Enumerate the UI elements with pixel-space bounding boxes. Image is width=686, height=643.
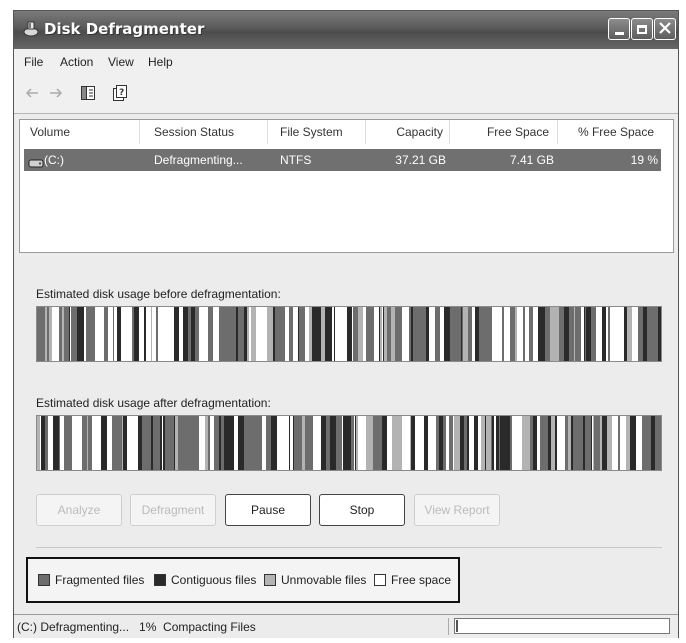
legend-label-free-space: Free space [391, 573, 452, 587]
legend-fragmented: Fragmented files [38, 573, 144, 587]
defragment-button[interactable]: Defragment [130, 494, 216, 526]
disk-defragmenter-window: Disk Defragmenter File Action View Help [13, 10, 679, 638]
legend-swatch-free-space [374, 574, 386, 586]
after-usage-map [36, 415, 662, 471]
legend-swatch-contiguous [154, 574, 166, 586]
legend-label-unmovable: Unmovable files [281, 573, 367, 587]
after-usage-label: Estimated disk usage after defragmentati… [36, 396, 271, 410]
legend-label-fragmented: Fragmented files [55, 573, 145, 587]
legend-free-space: Free space [374, 573, 451, 587]
menu-action[interactable]: Action [60, 55, 93, 69]
column-header-free-space[interactable]: Free Space [450, 120, 558, 144]
before-usage-map [36, 306, 662, 362]
analyze-button[interactable]: Analyze [36, 494, 122, 526]
minimize-button[interactable] [608, 18, 630, 40]
minimize-icon [614, 31, 624, 35]
menu-bar: File Action View Help [14, 49, 678, 75]
status-text: (C:) Defragmenting... 1% Compacting File… [17, 620, 256, 634]
maximize-icon [637, 24, 647, 34]
menu-file[interactable]: File [24, 55, 43, 69]
legend-unmovable: Unmovable files [264, 573, 366, 587]
column-header-volume[interactable]: Volume [20, 120, 140, 144]
volume-name: (C:) [44, 153, 64, 167]
column-header-session-status[interactable]: Session Status [140, 120, 268, 144]
session-status: Defragmenting... [154, 153, 243, 167]
forward-arrow-icon [48, 87, 64, 102]
status-progress-fill [456, 620, 458, 632]
legend-label-contiguous: Contiguous files [171, 573, 257, 587]
menu-help[interactable]: Help [148, 55, 173, 69]
title-bar[interactable]: Disk Defragmenter [14, 11, 678, 49]
menu-view[interactable]: View [108, 55, 134, 69]
show-hide-pane-button[interactable] [78, 84, 98, 104]
after-usage-map-graphic [37, 416, 661, 470]
window-title: Disk Defragmenter [44, 20, 205, 38]
column-header-file-system[interactable]: File System [268, 120, 366, 144]
defrag-icon [22, 20, 40, 38]
back-arrow-icon [24, 87, 40, 102]
status-divider [448, 618, 449, 635]
before-usage-label: Estimated disk usage before defragmentat… [36, 287, 281, 301]
before-usage-map-graphic [37, 307, 661, 361]
svg-text:?: ? [119, 88, 124, 98]
capacity: 37.21 GB [395, 153, 446, 167]
status-progress-bar [454, 618, 670, 634]
drive-icon [28, 154, 44, 168]
status-bar: (C:) Defragmenting... 1% Compacting File… [14, 614, 678, 638]
maximize-button[interactable] [631, 18, 653, 40]
legend-swatch-fragmented [38, 574, 50, 586]
view-report-button[interactable]: View Report [414, 494, 500, 526]
legend-contiguous: Contiguous files [154, 573, 256, 587]
volume-list: Volume Session Status File System Capaci… [19, 119, 674, 253]
stop-button[interactable]: Stop [319, 494, 405, 526]
pause-button[interactable]: Pause [225, 494, 311, 526]
help-icon: ? [111, 84, 129, 105]
close-button[interactable] [654, 18, 676, 40]
legend-swatch-unmovable [264, 574, 276, 586]
show-hide-pane-icon [80, 85, 96, 104]
toolbar: ? [14, 75, 678, 114]
file-system: NTFS [280, 153, 312, 167]
free-space-percent: 19 % [630, 153, 658, 167]
column-header-free-space-percent[interactable]: % Free Space [558, 120, 658, 144]
free-space: 7.41 GB [509, 153, 554, 167]
forward-button[interactable] [46, 84, 66, 104]
legend: Fragmented files Contiguous files Unmova… [26, 557, 460, 603]
help-button[interactable]: ? [110, 84, 130, 104]
column-header-capacity[interactable]: Capacity [366, 120, 450, 144]
back-button[interactable] [22, 84, 42, 104]
page-background: Disk Defragmenter File Action View Help [0, 0, 686, 643]
separator [36, 547, 662, 548]
volume-row[interactable]: (C:) Defragmenting... NTFS 37.21 GB 7.41… [24, 149, 661, 171]
close-icon [659, 21, 671, 37]
